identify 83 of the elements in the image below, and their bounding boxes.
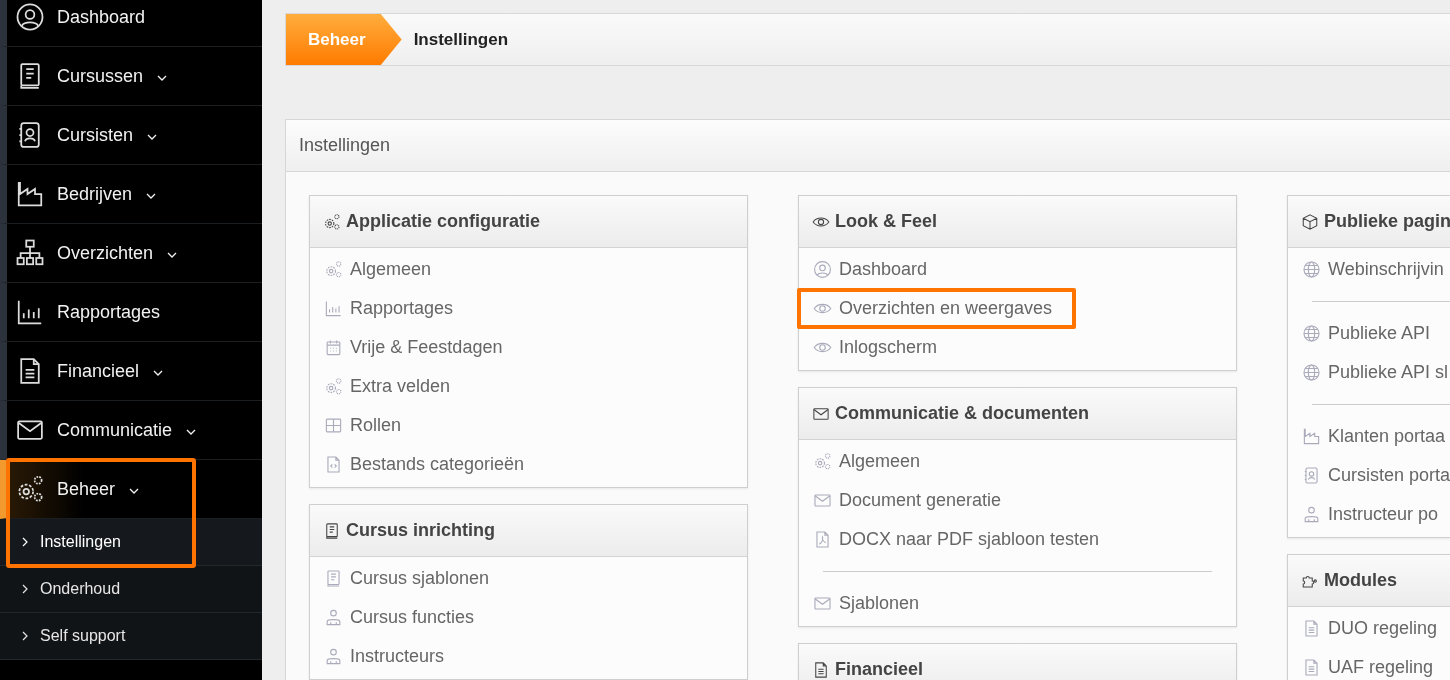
sidebar-item[interactable]: Bedrijven [0, 165, 262, 224]
settings-link[interactable]: UAF regeling [1286, 647, 1450, 680]
submenu-item[interactable]: Self support [0, 613, 262, 660]
card-title: Financieel [835, 659, 924, 680]
settings-link[interactable]: Algemeen [797, 441, 945, 482]
settings-link[interactable]: Instructeur po [1286, 494, 1450, 535]
user-icon [813, 260, 832, 279]
bar-chart-icon [324, 299, 343, 318]
card-title: Publieke pagin [1324, 211, 1450, 232]
user-icon [15, 2, 45, 32]
settings-link[interactable]: DOCX naar PDF sjabloon testen [797, 519, 1124, 560]
gears-icon [324, 260, 343, 279]
settings-link[interactable]: Rapportages [308, 288, 478, 329]
document-icon [1302, 619, 1321, 638]
settings-link[interactable]: Algemeen [308, 249, 456, 290]
settings-link[interactable]: Cursisten porta [1286, 455, 1450, 496]
document-icon [1302, 658, 1321, 677]
pdf-file-icon [813, 530, 832, 549]
card-title: Modules [1324, 570, 1397, 591]
chevron-right-icon [22, 584, 28, 594]
chevron-down-icon [186, 429, 197, 435]
contact-card-icon [1302, 466, 1321, 485]
calendar-icon [324, 338, 343, 357]
chevron-down-icon [147, 134, 158, 140]
cube-icon [1301, 212, 1319, 231]
settings-link[interactable]: Extra velden [308, 366, 475, 407]
factory-icon [1302, 427, 1321, 446]
envelope-icon [813, 594, 832, 613]
sidebar-item[interactable]: Cursussen [0, 47, 262, 106]
settings-link[interactable]: Publieke API [1286, 313, 1450, 354]
globe-icon [1302, 260, 1321, 279]
settings-link[interactable]: Sjablonen [797, 583, 944, 624]
settings-link[interactable]: Bestands categorieën [308, 444, 549, 485]
card-title: Look & Feel [835, 211, 937, 232]
person-icon [1302, 505, 1321, 524]
settings-link[interactable]: Klanten portaa [1286, 416, 1450, 457]
globe-icon [1302, 324, 1321, 343]
chevron-down-icon [167, 252, 178, 258]
sitemap-icon [15, 238, 45, 268]
chevron-right-icon [22, 631, 28, 641]
card-title: Communicatie & documenten [835, 403, 1090, 424]
submenu-item[interactable]: Instellingen [0, 519, 262, 566]
gears-icon [324, 377, 343, 396]
chevron-down-icon [157, 75, 168, 81]
settings-link[interactable]: Overzichten en weergaves [797, 288, 1077, 329]
settings-link[interactable]: Inlogscherm [797, 327, 962, 368]
card-title: Cursus inrichting [346, 520, 495, 541]
settings-link[interactable]: Webinschrijvin [1286, 249, 1450, 290]
settings-link[interactable]: Instructeurs [308, 636, 469, 677]
sidebar-item[interactable]: Financieel [0, 342, 262, 401]
book-icon [324, 569, 343, 588]
settings-link[interactable]: Publieke API sl [1286, 352, 1450, 393]
settings-link[interactable]: Document generatie [797, 480, 1026, 521]
person-icon [324, 608, 343, 627]
gears-icon [323, 212, 341, 231]
panel-title: Instellingen [299, 135, 391, 156]
chevron-down-icon [146, 193, 157, 199]
sidebar-item[interactable]: Cursisten [0, 106, 262, 165]
chevron-down-icon [129, 488, 140, 494]
gears-icon [813, 452, 832, 471]
sidebar-item[interactable]: Rapportages [0, 283, 262, 342]
settings-link[interactable]: Vrije & Feestdagen [308, 327, 527, 368]
sidebar-item[interactable]: Dashboard [0, 0, 262, 47]
person-icon [324, 647, 343, 666]
settings-link[interactable]: Cursus sjablonen [308, 558, 514, 599]
sidebar-item[interactable]: Overzichten [0, 224, 262, 283]
book-icon [323, 521, 341, 540]
factory-icon [15, 179, 45, 209]
submenu-item[interactable]: Onderhoud [0, 566, 262, 613]
sidebar-item[interactable]: Beheer [0, 460, 262, 519]
envelope-icon [813, 491, 832, 510]
grid-icon [324, 416, 343, 435]
chevron-down-icon [153, 370, 164, 376]
document-icon [812, 660, 830, 679]
settings-link[interactable]: DUO regeling [1286, 608, 1450, 649]
breadcrumb-current: Instellingen [413, 29, 509, 50]
globe-icon [1302, 363, 1321, 382]
chevron-right-icon [22, 537, 28, 547]
settings-link[interactable]: Dashboard [797, 249, 952, 290]
settings-link[interactable]: Cursus functies [308, 597, 499, 638]
settings-link[interactable]: Rollen [308, 405, 426, 446]
card-title: Applicatie configuratie [346, 211, 541, 232]
code-file-icon [324, 455, 343, 474]
